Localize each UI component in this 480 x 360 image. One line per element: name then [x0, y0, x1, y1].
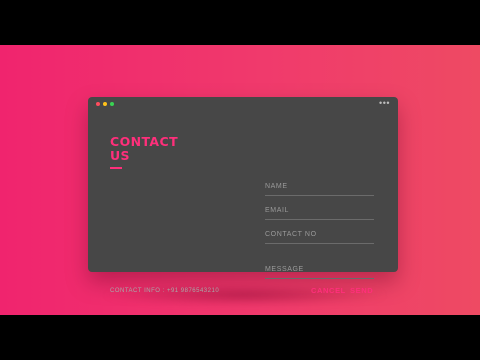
window-titlebar: •••: [88, 97, 398, 111]
message-field-underline: [265, 278, 374, 279]
name-field-underline: [265, 195, 374, 196]
minimize-window-button[interactable]: [103, 102, 107, 106]
send-button[interactable]: SEND: [350, 286, 373, 295]
contact-info-text: CONTACT INFO : +91 9876543210: [110, 288, 220, 294]
title-line-2: US: [110, 148, 130, 163]
contact-no-field-label: CONTACT NO: [265, 231, 317, 238]
title-line-1: CONTACT: [110, 134, 178, 149]
close-window-button[interactable]: [96, 102, 100, 106]
maximize-window-button[interactable]: [110, 102, 114, 106]
page-title: CONTACT US: [110, 135, 178, 163]
email-field-underline: [265, 219, 374, 220]
message-field[interactable]: MESSAGE: [265, 266, 374, 279]
contact-no-field[interactable]: CONTACT NO: [265, 231, 374, 244]
title-underline: [110, 167, 122, 169]
name-field-label: NAME: [265, 183, 288, 190]
contact-window: ••• CONTACT US NAME EMAIL CONTACT NO MES…: [88, 97, 398, 295]
email-field-label: EMAIL: [265, 207, 290, 214]
message-field-label: MESSAGE: [265, 266, 304, 273]
more-horizontal-icon[interactable]: •••: [379, 98, 390, 108]
email-field[interactable]: EMAIL: [265, 207, 374, 220]
name-field[interactable]: NAME: [265, 183, 374, 196]
contact-no-field-underline: [265, 243, 374, 244]
cancel-button[interactable]: CANCEL: [311, 286, 346, 295]
gradient-background: ••• CONTACT US NAME EMAIL CONTACT NO MES…: [0, 45, 480, 315]
